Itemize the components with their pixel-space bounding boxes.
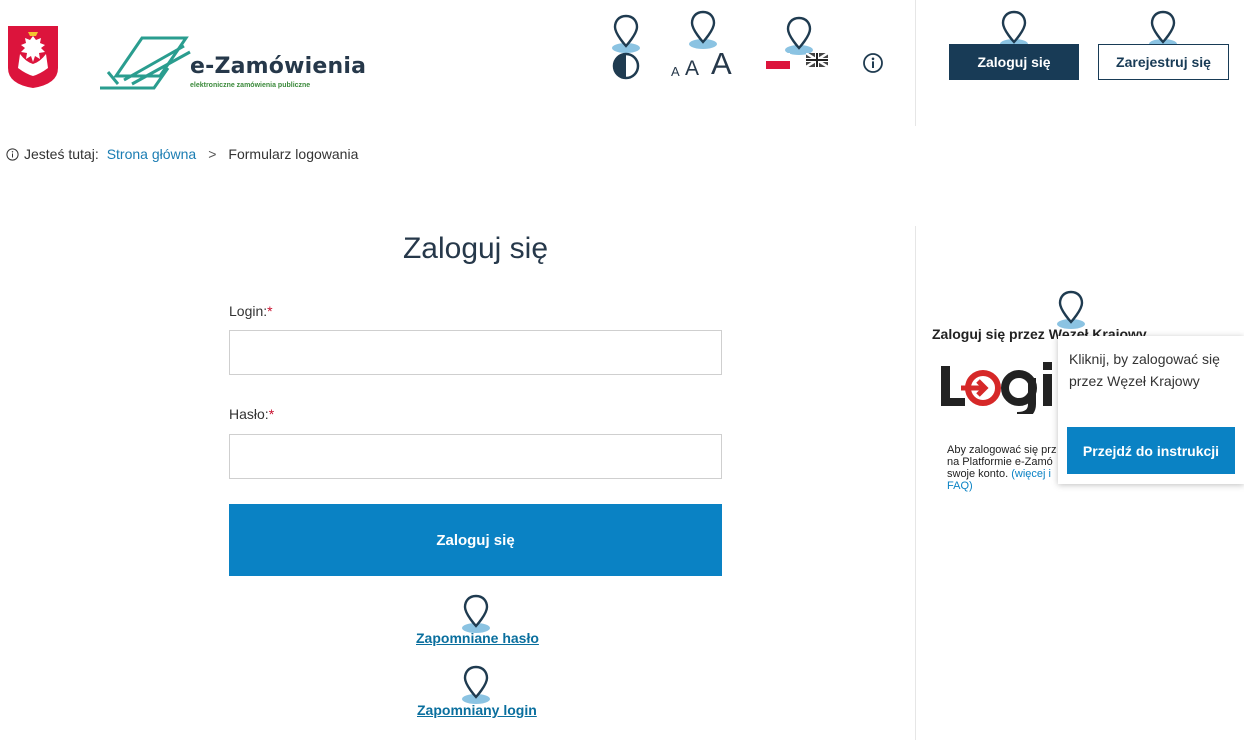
info-icon[interactable] [862,52,884,74]
location-pin-icon [1057,290,1085,329]
breadcrumb-prefix: Jesteś tutaj: [24,146,99,162]
page-title: Zaloguj się [402,232,549,265]
font-size-small-button[interactable]: A [671,64,680,79]
logo-subtitle: elektroniczne zamówienia publiczne [190,82,311,89]
location-pin-icon [785,16,813,55]
national-node-description: Aby zalogować się prz na Platformie e-Za… [947,444,1067,492]
login-label: Login:* [229,303,273,319]
breadcrumb-current: Formularz logowania [228,146,359,162]
font-size-medium-button[interactable]: A [685,57,699,81]
forgot-login-link[interactable]: Zapomniany login [417,702,537,718]
polish-flag-icon[interactable] [766,53,790,69]
logo-name: e-Zamówienia [190,54,367,79]
national-node-tooltip: Kliknij, by zalogować się przez Węzeł Kr… [1058,336,1244,484]
breadcrumb-separator: > [208,146,217,162]
side-divider [915,226,916,740]
tooltip-text: Kliknij, by zalogować się przez Węzeł Kr… [1069,351,1220,389]
instructions-button[interactable]: Przejdź do instrukcji [1067,427,1235,474]
info-icon [6,147,19,161]
password-label: Hasło:* [229,406,275,422]
header-divider [915,0,916,126]
location-pin-icon [462,665,490,704]
header-login-button[interactable]: Zaloguj się [949,44,1079,80]
forgot-password-link[interactable]: Zapomniane hasło [416,630,539,646]
faq-link[interactable]: FAQ) [947,480,1067,492]
password-input[interactable] [229,434,722,479]
contrast-icon[interactable] [612,52,640,80]
location-pin-icon [462,594,490,633]
polish-emblem-icon [8,26,58,88]
font-size-large-button[interactable]: A [711,46,732,82]
breadcrumb-home-link[interactable]: Strona główna [107,146,197,162]
uk-flag-icon[interactable] [806,53,828,67]
breadcrumb: Jesteś tutaj: Strona główna > Formularz … [6,146,358,162]
header-register-button[interactable]: Zarejestruj się [1098,44,1229,80]
location-pin-icon [689,10,717,49]
login-submit-button[interactable]: Zaloguj się [229,504,722,576]
more-info-link[interactable]: (więcej i [1011,468,1051,480]
location-pin-icon [612,14,640,53]
login-gov-logo-icon[interactable] [935,358,1055,414]
login-input[interactable] [229,330,722,375]
